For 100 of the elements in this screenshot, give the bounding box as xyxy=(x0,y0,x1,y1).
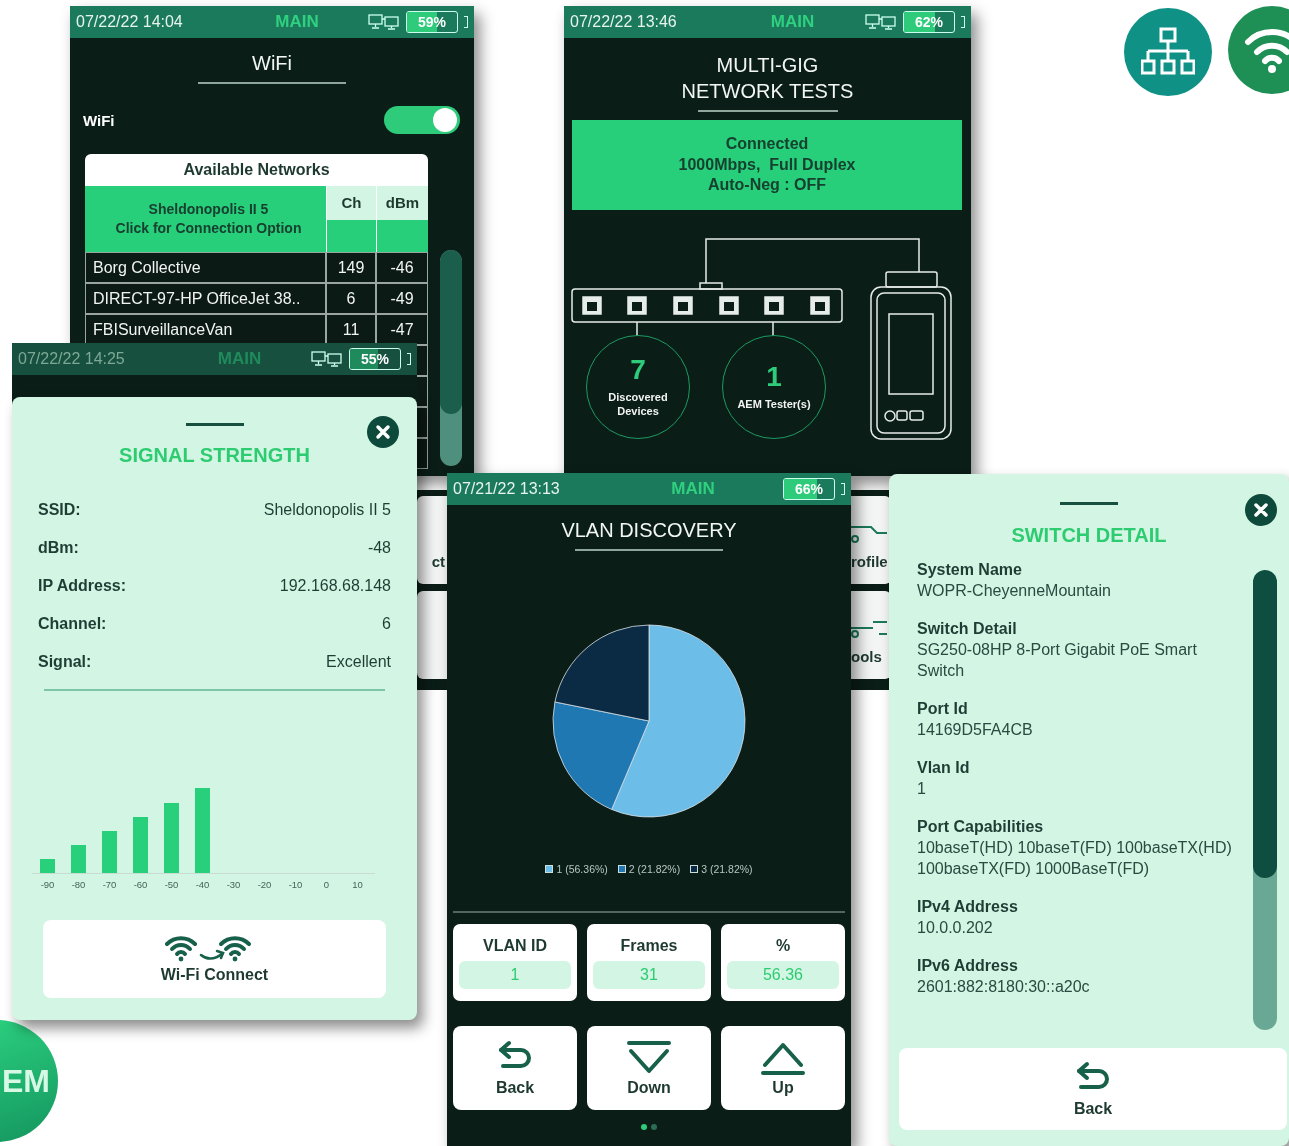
axis-label: -70 xyxy=(101,879,118,890)
axis-label: -30 xyxy=(225,879,242,890)
network-name-cell[interactable]: FBISurveillanceVan xyxy=(85,314,326,345)
axis-label: -40 xyxy=(194,879,211,890)
detail-value: WOPR-CheyenneMountain xyxy=(917,581,1112,601)
axis-label: -10 xyxy=(287,879,304,890)
back-button[interactable]: Back xyxy=(899,1048,1287,1130)
wifi-toggle[interactable] xyxy=(384,106,460,134)
detail-value: 10baseT(HD) 10baseT(FD) 100baseTX(HD) 100baseTX(FD) 1000BaseT(FD) xyxy=(917,838,1233,879)
stat-value: 31 xyxy=(593,960,705,989)
legend-item: 1 (56.36%) xyxy=(545,863,608,875)
mode-label: MAIN xyxy=(670,479,716,499)
battery-percent: 62% xyxy=(915,14,943,30)
connection-status: Connected 1000Mbps, Full Duplex Auto-Neg : OFF xyxy=(572,120,962,210)
field-label: SSID: xyxy=(38,501,81,519)
legend-item: 3 (21.82%) xyxy=(690,863,753,875)
close-button[interactable] xyxy=(367,416,399,448)
connected-network[interactable]: Sheldonopolis II 5 Click for Connection Option xyxy=(85,186,326,252)
detail-label: Port Capabilities xyxy=(917,817,1045,837)
back-button[interactable]: Back xyxy=(453,1026,577,1110)
counter-value: 1 xyxy=(766,362,782,393)
scrollbar[interactable] xyxy=(440,250,462,466)
screen-title: VLAN DISCOVERY xyxy=(560,518,738,543)
networks-heading: Available Networks xyxy=(85,154,428,186)
logo-text: EM xyxy=(2,1062,50,1100)
down-button[interactable]: Down xyxy=(587,1026,711,1110)
field-value: 192.168.68.148 xyxy=(279,577,391,595)
menu-item[interactable] xyxy=(417,591,447,679)
field-value: Excellent xyxy=(326,653,391,671)
axis-label: -20 xyxy=(256,879,273,890)
menu-item[interactable]: rofile xyxy=(851,496,891,584)
battery-percent: 59% xyxy=(418,14,446,30)
field-value: -48 xyxy=(367,539,391,557)
close-button[interactable] xyxy=(1245,494,1277,526)
menu-item[interactable]: ct xyxy=(417,496,447,584)
detail-label: Switch Detail xyxy=(917,619,1018,639)
detail-label: IPv6 Address xyxy=(917,956,1019,976)
detail-value: 2601:882:8180:30::a20c xyxy=(917,977,1091,997)
stat-value: 56.36 xyxy=(727,960,839,989)
line-icon xyxy=(851,523,887,543)
detail-label: Port Id xyxy=(917,699,969,719)
field-value: 6 xyxy=(382,615,391,633)
detail-label: System Name xyxy=(917,560,1023,580)
axis-label: 0 xyxy=(322,879,331,890)
stat-value: 1 xyxy=(459,960,571,989)
field-label: dBm: xyxy=(38,539,79,557)
date-time: 07/22/22 14:25 xyxy=(18,350,126,368)
detail-label: IPv4 Address xyxy=(917,897,1019,917)
channel-cell: 11 xyxy=(326,314,376,345)
channel-cell: 149 xyxy=(326,252,376,283)
wifi-connect-button[interactable]: Wi-Fi Connect xyxy=(43,920,386,998)
detail-value: 14169D5FA4CB xyxy=(917,720,1034,740)
stat-label: Frames xyxy=(620,936,678,955)
mode-label: MAIN xyxy=(769,12,816,32)
legend-item: 2 (21.82%) xyxy=(617,863,681,875)
detail-value: SG250-08HP 8-Port Gigabit PoE Smart Switch xyxy=(917,640,1198,681)
axis-label: -60 xyxy=(132,879,149,890)
detail-label: Vlan Id xyxy=(917,758,971,778)
stat-label: VLAN ID xyxy=(483,936,547,955)
stat-label: % xyxy=(775,936,791,955)
close-icon xyxy=(375,424,391,440)
wifi-label: WiFi xyxy=(83,111,115,129)
field-value: Sheldonopolis II 5 xyxy=(263,501,391,519)
date-time: 07/22/22 14:04 xyxy=(76,13,184,31)
column-header: dBm xyxy=(376,186,428,252)
mode-label: MAIN xyxy=(274,12,320,32)
field-label: IP Address: xyxy=(38,577,127,595)
scrollbar[interactable] xyxy=(1253,570,1277,1030)
page-dot[interactable] xyxy=(651,1124,657,1130)
counter-value: 7 xyxy=(630,354,646,386)
dbm-cell: -46 xyxy=(376,252,428,283)
dbm-cell: -49 xyxy=(376,283,428,314)
axis-label: -80 xyxy=(70,879,87,890)
axis-label: 10 xyxy=(351,879,364,890)
field-label: Channel: xyxy=(38,615,107,633)
axis-label: -50 xyxy=(163,879,180,890)
date-time: 07/21/22 13:13 xyxy=(453,480,561,498)
line-icon xyxy=(851,618,887,638)
date-time: 07/22/22 13:46 xyxy=(570,13,678,31)
column-header: Ch xyxy=(326,186,376,252)
page-dot[interactable] xyxy=(641,1124,647,1130)
dbm-cell: -47 xyxy=(376,314,428,345)
up-button[interactable]: Up xyxy=(721,1026,845,1110)
network-name-cell[interactable]: Borg Collective xyxy=(85,252,326,283)
close-icon xyxy=(1253,502,1269,518)
network-name-cell[interactable]: DIRECT-97-HP OfficeJet 38.. xyxy=(85,283,326,314)
axis-label: -90 xyxy=(39,879,56,890)
detail-value: 10.0.0.202 xyxy=(917,918,994,938)
mode-label: MAIN xyxy=(216,349,263,369)
battery-percent: 55% xyxy=(361,351,389,367)
battery-percent: 66% xyxy=(795,481,823,497)
menu-item[interactable]: ools xyxy=(851,591,891,679)
modal-title: SIGNAL STRENGTH xyxy=(119,444,310,467)
screen-title: MULTI-GIG NETWORK TESTS xyxy=(680,53,855,104)
modal-title: SWITCH DETAIL xyxy=(1011,524,1167,547)
counter-label: AEM Tester(s) xyxy=(736,396,812,412)
detail-value: 1 xyxy=(917,779,927,799)
screen-title: WiFi xyxy=(251,51,293,76)
counter-label: Discovered Devices xyxy=(607,389,669,420)
channel-cell: 6 xyxy=(326,283,376,314)
